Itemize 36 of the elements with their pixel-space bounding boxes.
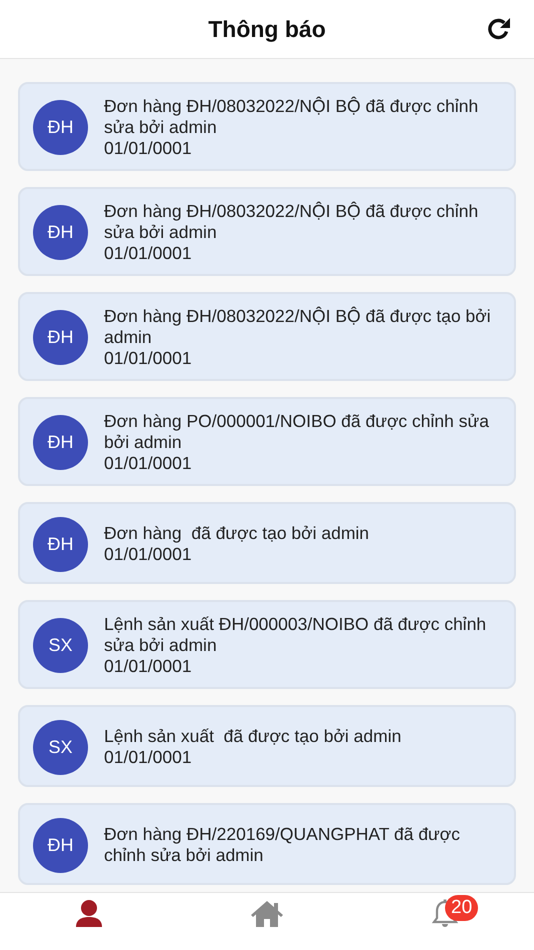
person-icon xyxy=(74,899,104,929)
notification-date: 01/01/0001 xyxy=(104,747,193,768)
notification-message: Lệnh sản xuất ĐH/000003/NOIBO đã được chỉnh sửa bởi admin xyxy=(104,614,488,656)
notification-date: 01/01/0001 xyxy=(104,138,193,159)
notification-card[interactable]: ĐH Đơn hàng ĐH/220169/QUANGPHAT đã được chỉnh sửa bởi admin xyxy=(18,803,516,885)
notification-date: 01/01/0001 xyxy=(104,544,193,565)
notification-date: 01/01/0001 xyxy=(104,348,193,369)
page-title: Thông báo xyxy=(208,16,326,42)
avatar-initials: ĐH xyxy=(33,205,88,260)
notification-card[interactable]: ĐH Đơn hàng ĐH/08032022/NỘI BỘ đã được tạo bởi admin 01/01/0001 xyxy=(18,292,516,381)
notification-message: Đơn hàng ĐH/220169/QUANGPHAT đã được chỉnh sửa bởi admin xyxy=(104,824,461,866)
notification-message: Đơn hàng ĐH/08032022/NỘI BỘ đã được chỉnh sửa bởi admin xyxy=(104,201,480,243)
notification-message: Đơn hàng ĐH/08032022/NỘI BỘ đã được chỉnh sửa bởi admin xyxy=(104,96,480,138)
notification-card[interactable]: ĐH Đơn hàng đã được tạo bởi admin 01/01/0001 xyxy=(18,502,516,584)
notification-date: 01/01/0001 xyxy=(104,656,193,677)
notification-card[interactable]: ĐH Đơn hàng ĐH/08032022/NỘI BỘ đã được chỉnh sửa bởi admin 01/01/0001 xyxy=(18,187,516,276)
avatar-initials: SX xyxy=(33,618,88,673)
home-icon xyxy=(250,899,284,929)
notification-message: Đơn hàng PO/000001/NOIBO đã được chỉnh sửa bởi admin xyxy=(104,411,490,453)
avatar-initials: ĐH xyxy=(33,516,88,572)
notification-count-badge: 20 xyxy=(445,895,478,921)
avatar-initials: ĐH xyxy=(33,415,88,470)
avatar-initials: SX xyxy=(33,720,88,774)
notification-card[interactable]: ĐH Đơn hàng ĐH/08032022/NỘI BỘ đã được chỉnh sửa bởi admin 01/01/0001 xyxy=(18,82,516,171)
notification-card[interactable]: SX Lệnh sản xuất ĐH/000003/NOIBO đã được chỉnh sửa bởi admin 01/01/0001 xyxy=(18,600,516,689)
refresh-icon xyxy=(486,16,512,42)
avatar-initials: ĐH xyxy=(33,818,88,872)
notification-card[interactable]: SX Lệnh sản xuất đã được tạo bởi admin 01/01/0001 xyxy=(18,705,516,787)
notification-message: Lệnh sản xuất đã được tạo bởi admin xyxy=(104,726,402,747)
notification-message: Đơn hàng ĐH/08032022/NỘI BỘ đã được tạo bởi admin xyxy=(104,306,492,348)
notification-card[interactable]: ĐH Đơn hàng PO/000001/NOIBO đã được chỉnh sửa bởi admin 01/01/0001 xyxy=(18,397,516,486)
notification-date: 01/01/0001 xyxy=(104,243,193,264)
avatar-initials: ĐH xyxy=(33,310,88,365)
notification-message: Đơn hàng đã được tạo bởi admin xyxy=(104,523,370,544)
notification-date: 01/01/0001 xyxy=(104,453,193,474)
avatar-initials: ĐH xyxy=(33,100,88,155)
